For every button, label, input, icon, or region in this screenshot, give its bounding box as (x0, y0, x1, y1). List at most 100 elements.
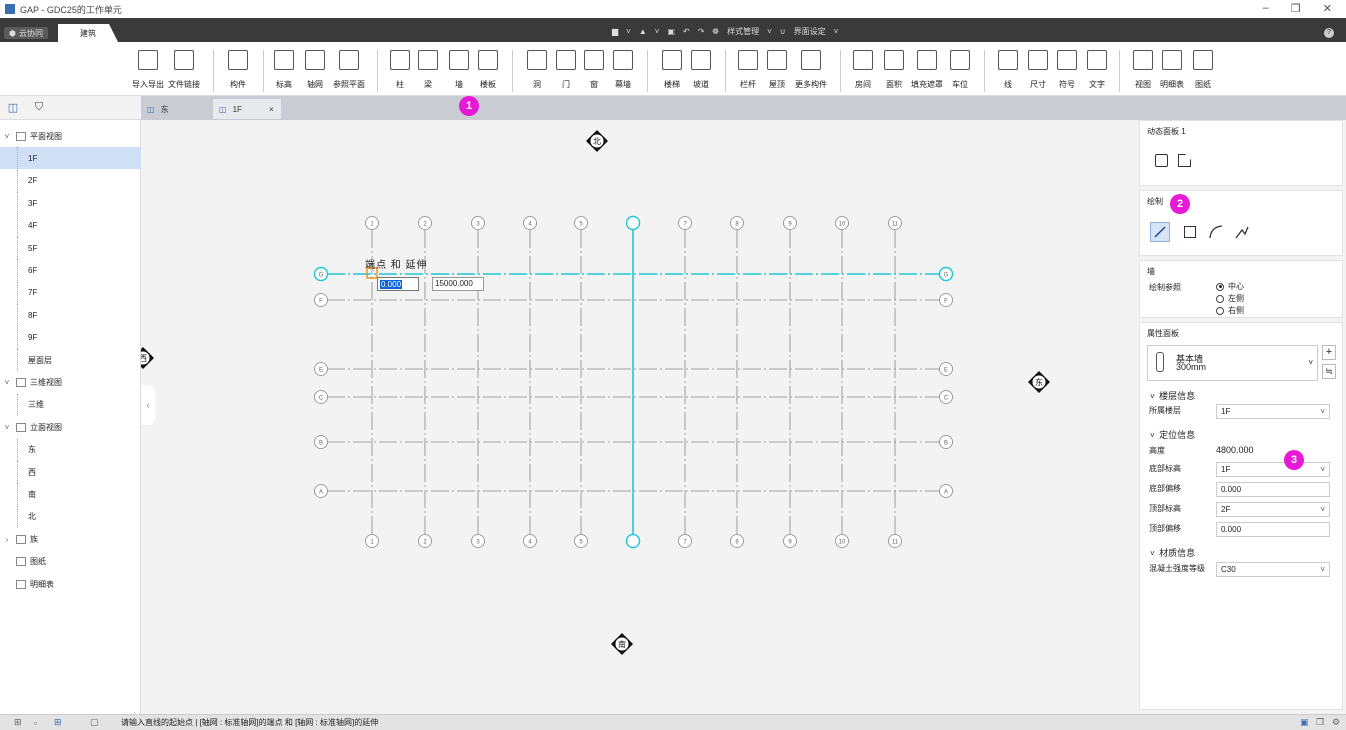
ribbon-separator (213, 50, 214, 92)
more-components-button[interactable]: 更多构件 (793, 50, 829, 90)
grid-button[interactable]: 轴网 (297, 50, 333, 90)
radio-right[interactable]: 右侧 (1216, 305, 1244, 316)
slab-button[interactable]: 楼板 (470, 50, 506, 90)
point-mode-icon[interactable]: ▫ (34, 718, 37, 728)
export-icon[interactable]: ▲ (639, 27, 647, 36)
tree-item[interactable]: ˅ 三维视图 (0, 371, 141, 393)
import-export-button[interactable]: 导入导出 (130, 50, 166, 90)
tree-item[interactable]: 7F (0, 281, 141, 304)
filter-icon[interactable]: ⛉ (26, 96, 52, 120)
minimize-icon[interactable]: – (1263, 2, 1269, 15)
edit-type-button[interactable]: ≒ (1322, 364, 1336, 379)
wall-type-selector[interactable]: 基本墙 300mm ˅ (1147, 345, 1318, 381)
tree-item[interactable]: 南 (0, 483, 141, 506)
tree-item[interactable]: ˅ 立面视图 (0, 416, 141, 438)
top-level-select[interactable]: 2F ˅ (1216, 502, 1330, 517)
section-location-info[interactable]: ˅ 定位信息 (1150, 428, 1195, 441)
grid-drawing[interactable]: 112233445577889910101111G GF FE EC CB BA A北南东西 (141, 120, 1137, 714)
grid-mode-icon[interactable]: ⊞ (14, 717, 22, 728)
tree-item[interactable]: 3F (0, 192, 141, 215)
tree-item[interactable]: 5F (0, 237, 141, 259)
radio-center[interactable]: 中心 (1216, 281, 1244, 292)
tree-item[interactable]: 4F (0, 214, 141, 237)
top-level-label: 顶部标高 (1149, 504, 1181, 513)
tree-item[interactable]: 2F (0, 169, 141, 192)
tree-item[interactable]: 9F (0, 326, 141, 349)
text-button[interactable]: 文字 (1079, 50, 1115, 90)
ui-setting-menu[interactable]: 界面设定 (794, 26, 826, 37)
radio-left[interactable]: 左侧 (1216, 293, 1244, 304)
floor-select[interactable]: 1F ˅ (1216, 404, 1330, 419)
help-icon[interactable]: ? (1324, 28, 1334, 38)
tree-item[interactable]: 明细表 (0, 573, 141, 595)
tab-cloud[interactable]: ⬢ 云协同 (4, 27, 48, 39)
save-icon[interactable]: ▆ (612, 27, 618, 36)
sheet-icon (1193, 50, 1213, 70)
arc-tool-icon[interactable] (1208, 224, 1224, 240)
tree-item[interactable]: 图纸 (0, 551, 141, 573)
ortho-mode-icon[interactable]: ▢ (90, 717, 99, 728)
add-type-button[interactable]: + (1322, 345, 1336, 360)
tree-item[interactable]: 东 (0, 438, 141, 461)
polyline-tool-icon[interactable] (1234, 224, 1250, 240)
roof-button[interactable]: 屋顶 (759, 50, 795, 90)
rectangle-tool-icon[interactable] (1184, 226, 1196, 238)
curtain-wall-button[interactable]: 幕墙 (605, 50, 641, 90)
railing-icon (738, 50, 758, 70)
parking-button[interactable]: 车位 (942, 50, 978, 90)
ref-plane-button[interactable]: 参照平面 (331, 50, 367, 90)
x-input[interactable]: 0.000 (377, 277, 419, 291)
rect-shape-icon[interactable] (1155, 154, 1168, 167)
style-manage-menu[interactable]: 样式管理 (727, 26, 759, 37)
base-level-select[interactable]: 1F ˅ (1216, 462, 1330, 477)
ribbon-label: 楼板 (480, 80, 496, 89)
chevron-down-icon[interactable]: ˅ (0, 378, 14, 387)
section-floor-info[interactable]: ˅ 楼层信息 (1150, 389, 1195, 402)
tree-item[interactable]: 屋面层 (0, 349, 141, 371)
sheet-button[interactable]: 图纸 (1185, 50, 1221, 90)
tree-item[interactable]: 三维 (0, 393, 141, 416)
tab-architecture[interactable]: 建筑 (58, 24, 118, 42)
tree-line (17, 326, 18, 349)
fill-mask-button[interactable]: 填充遮罩 (909, 50, 945, 90)
length-input[interactable]: 15000.000 (432, 277, 484, 291)
redo-icon[interactable]: ↷ (698, 27, 705, 36)
layout-icon[interactable]: ▣ (1300, 717, 1309, 728)
copy-icon[interactable]: ❐ (1316, 717, 1324, 728)
chevron-right-icon[interactable]: › (0, 535, 14, 544)
line-tool-icon[interactable] (1150, 222, 1170, 242)
import-export-icon (138, 50, 158, 70)
ribbon-separator (263, 50, 264, 92)
collapse-sidebar-button[interactable]: ‹ (141, 385, 155, 425)
ramp-button[interactable]: 坡道 (683, 50, 719, 90)
restore-icon[interactable]: ❐ (1291, 2, 1301, 15)
concrete-grade-select[interactable]: C30 ˅ (1216, 562, 1330, 577)
ribbon-label: 导入导出 (132, 80, 164, 89)
tree-item[interactable]: 6F (0, 259, 141, 282)
chevron-down-icon[interactable]: ˅ (0, 132, 14, 141)
area-button[interactable]: 面积 (876, 50, 912, 90)
snap-mode-icon[interactable]: ⊞ (54, 717, 62, 728)
screenshot-icon[interactable]: ▣ (667, 27, 675, 36)
panel-toggle-icon[interactable]: ◫ (0, 96, 26, 120)
tree-item[interactable]: 北 (0, 505, 141, 528)
top-offset-input[interactable]: 0.000 (1216, 522, 1330, 537)
file-link-button[interactable]: 文件链接 (166, 50, 202, 90)
close-icon[interactable]: ✕ (1323, 2, 1332, 15)
grid-bubble (625, 533, 641, 549)
settings-icon[interactable]: ⚙ (1332, 717, 1340, 728)
tree-item[interactable]: 8F (0, 304, 141, 327)
tree-item[interactable]: 西 (0, 461, 141, 483)
doc-tab-east[interactable]: ◫ 东 (141, 99, 211, 119)
polygon-shape-icon[interactable] (1178, 154, 1191, 167)
section-material-info[interactable]: ˅ 材质信息 (1150, 546, 1195, 559)
undo-icon[interactable]: ↶ (683, 27, 690, 36)
tree-item[interactable]: 1F (0, 147, 141, 170)
tree-item[interactable]: › 族 (0, 528, 141, 550)
component-button[interactable]: 构件 (220, 50, 256, 90)
close-tab-icon[interactable]: × (263, 99, 281, 119)
chevron-down-icon[interactable]: ˅ (0, 423, 14, 432)
drawing-canvas[interactable]: 1 1 2 2 3 3 4 4 5 5 7 7 8 8 9 9 10 10 11 11 G G F F E E C C B B A A 北南东西… (141, 120, 1137, 714)
tree-item[interactable]: ˅ 平面视图 (0, 125, 141, 147)
base-offset-input[interactable]: 0.000 (1216, 482, 1330, 497)
